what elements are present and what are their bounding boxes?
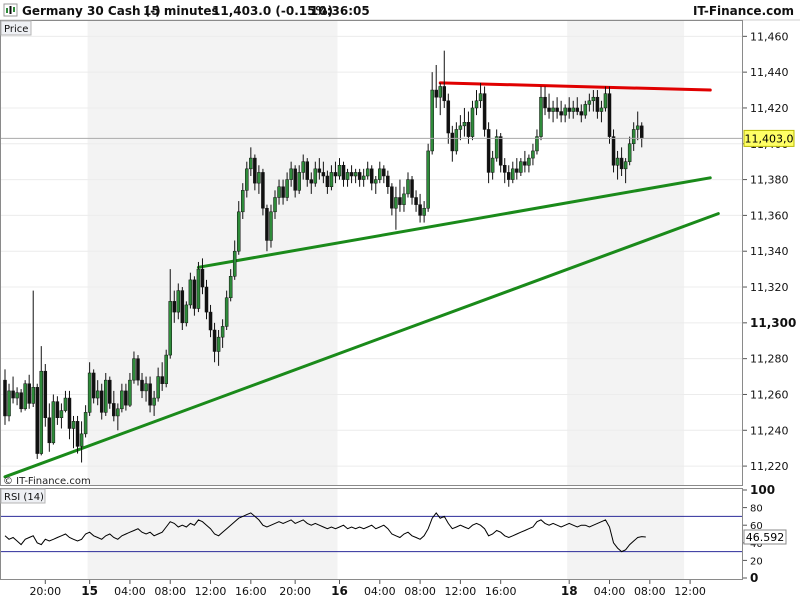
chart-svg: Germany 30 Cash (-) 15 minutes 11,403.0 … [0, 0, 800, 598]
candle [426, 143, 430, 212]
last-price-value: 11,403,0 [745, 132, 794, 145]
chart: Germany 30 Cash (-) 15 minutes 11,403.0 … [0, 0, 800, 600]
price-tick-label: 11,440 [750, 66, 789, 79]
day-band [567, 489, 685, 579]
price-panel: Price © IT-Finance.com 11,220 11,240 11,26… [0, 20, 796, 487]
time-tick-label: 08:00 [634, 585, 666, 598]
price-tick-label: 11,380 [750, 174, 789, 187]
clock-label: 10:36:05 [310, 4, 370, 18]
rsi-value-tag: 46.592 [743, 529, 787, 545]
time-tick-label: 08:00 [404, 585, 436, 598]
price-tick-label: 11,260 [750, 388, 789, 401]
time-tick-label: 12:00 [674, 585, 706, 598]
time-tick-label: 16:00 [235, 585, 267, 598]
rsi-panel: RSI (14) 100806040200 46.592 [0, 483, 787, 585]
timeframe-label: 15 minutes [143, 4, 219, 18]
price-tick-label: 11,300 [750, 316, 796, 330]
candle [184, 301, 189, 327]
candle [51, 394, 56, 445]
time-axis: 20:00 15 04:00 08:00 12:00 16:00 20:00 16 04:00 0… [29, 580, 706, 598]
price-tick-label: 11,320 [750, 281, 789, 294]
time-tick-label: 04:00 [594, 585, 626, 598]
rsi-tick-label: 0 [750, 571, 758, 585]
rsi-tick-label: 100 [750, 483, 775, 497]
day-band [567, 21, 685, 485]
price-tick-label: 11,420 [750, 102, 789, 115]
day-band [87, 21, 338, 485]
price-tick-label: 11,460 [750, 30, 789, 43]
price-tick-label: 11,340 [750, 245, 789, 258]
candle [35, 383, 39, 459]
time-tick-label: 04:00 [364, 585, 396, 598]
time-tick-label: 12:00 [195, 585, 227, 598]
last-price-tag: 11,403,0 [743, 129, 795, 147]
time-tick-label: 16:00 [485, 585, 517, 598]
candle [19, 389, 23, 413]
rsi-label: RSI (14) [4, 492, 44, 503]
time-tick-label: 18 [561, 584, 578, 598]
rsi-label-box: RSI (14) [0, 488, 46, 504]
price-axis: 11,220 11,240 11,260 11,280 11,300 11,320 11,3… [743, 30, 796, 473]
chart-type-icon[interactable] [3, 3, 18, 17]
time-tick-label: 20:00 [279, 585, 311, 598]
rsi-tick-label: 20 [750, 556, 763, 567]
candle [482, 86, 487, 137]
brand-label: IT-Finance.com [693, 4, 794, 18]
candle [164, 349, 168, 388]
price-label-box: Price [0, 20, 32, 36]
candle [23, 380, 27, 411]
candle [261, 168, 265, 216]
price-label: Price [4, 24, 28, 35]
time-tick-label: 08:00 [154, 585, 186, 598]
rsi-tick-label: 80 [750, 504, 763, 515]
candle [43, 364, 48, 427]
watermark: © IT-Finance.com [3, 476, 91, 487]
candle [607, 86, 612, 144]
time-tick-label: 12:00 [445, 585, 477, 598]
price-tick-label: 11,240 [750, 424, 789, 437]
price-tick-label: 11,360 [750, 209, 789, 222]
price-tick-label: 11,280 [750, 353, 789, 366]
time-tick-label: 16 [331, 584, 348, 598]
time-tick-label: 20:00 [29, 585, 61, 598]
time-tick-label: 04:00 [114, 585, 146, 598]
candle [196, 261, 201, 313]
rsi-last-value: 46.592 [746, 531, 785, 544]
time-tick-label: 15 [81, 584, 98, 598]
instrument-name: Germany 30 Cash (-) [22, 4, 161, 18]
price-tick-label: 11,220 [750, 460, 789, 473]
